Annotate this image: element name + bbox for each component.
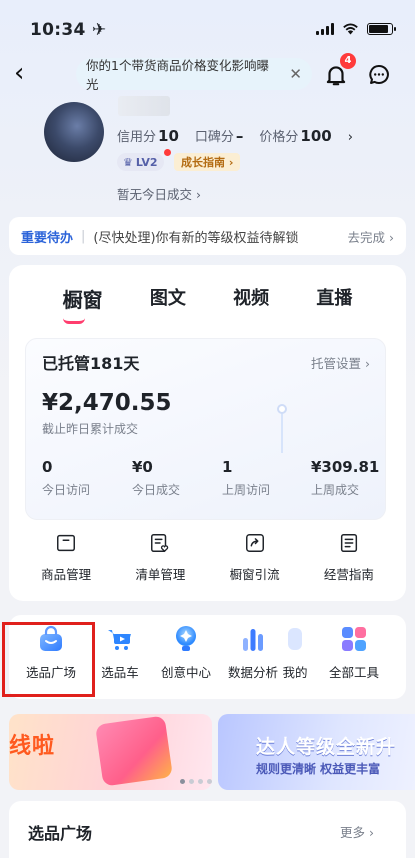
promo-banner-right[interactable]: 达人等级全新升 规则更清晰 权益更丰富 (218, 714, 415, 790)
promo-right-title: 达人等级全新升 (256, 736, 397, 758)
todo-bar[interactable]: 重要待办 | (尽快处理)你有新的等级权益待解锁 去完成 › (9, 217, 406, 255)
quick-all-tools[interactable]: 全部工具 (318, 624, 390, 681)
credit-score: 信用分 10 (117, 127, 179, 145)
tab-showcase[interactable]: 橱窗 (63, 280, 103, 320)
lightbulb-icon (176, 626, 196, 651)
metric-week-sales-value: ¥309.81 (311, 458, 380, 476)
user-icon (288, 628, 302, 650)
document-icon (340, 534, 357, 552)
tool-product-management[interactable]: 商品管理 (23, 532, 109, 592)
tab-live[interactable]: 直播 (316, 280, 352, 320)
red-dot-indicator (164, 149, 171, 156)
notice-pill[interactable]: 你的1个带货商品价格变化影响曝光 ✕ (76, 58, 312, 92)
back-button[interactable]: ‹ (14, 60, 38, 86)
managed-settings-link[interactable]: 托管设置 › (311, 353, 370, 372)
status-icons (316, 22, 396, 35)
box-icon (57, 534, 76, 552)
metric-week-visits-label: 上周访问 (222, 483, 271, 497)
metric-today-visits-label: 今日访问 (42, 483, 91, 497)
quick-creative-center[interactable]: 创意中心 (150, 624, 222, 681)
score-row[interactable]: 信用分 10 口碑分 – 价格分 100 › (117, 126, 353, 145)
metric-today-sales-value: ¥0 (132, 458, 153, 476)
total-amount: ¥2,470.55 (42, 390, 172, 416)
signal-icon (316, 22, 334, 35)
cart-icon (108, 630, 131, 650)
todo-message: (尽快处理)你有新的等级权益待解锁 (93, 230, 299, 246)
metric-week-sales-label: 上周成交 (311, 483, 360, 497)
share-icon (245, 534, 264, 552)
grid-icon (342, 627, 366, 651)
level-badge[interactable]: ♛ LV2 (117, 153, 164, 171)
avatar[interactable] (44, 102, 104, 162)
tab-image-text[interactable]: 图文 (150, 280, 186, 320)
price-score: 价格分 100 (259, 127, 332, 145)
carousel-dots (180, 779, 212, 784)
bar-chart-icon (243, 629, 263, 651)
showcase-tools: 商品管理 清单管理 橱窗引流 经营指南 (9, 532, 406, 592)
tool-business-guide[interactable]: 经营指南 (306, 532, 392, 592)
promo-right-subtitle: 规则更清晰 权益更丰富 (256, 762, 381, 776)
quick-my[interactable]: 我的 (272, 624, 318, 681)
reputation-score: 口碑分 – (194, 127, 244, 145)
section-title: 选品广场 (28, 824, 93, 843)
wifi-icon (343, 23, 358, 35)
todo-action[interactable]: 去完成 › (348, 227, 394, 246)
crown-icon: ♛ (123, 155, 133, 169)
battery-icon (367, 22, 396, 35)
active-tab-indicator (63, 318, 85, 324)
highlight-box (2, 622, 95, 697)
todo-title: 重要待办 (21, 230, 74, 246)
tab-video[interactable]: 视频 (233, 280, 269, 320)
notice-text: 你的1个带货商品价格变化影响曝光 (86, 58, 269, 92)
close-icon[interactable]: ✕ (289, 65, 302, 83)
managed-days: 已托管181天 (42, 354, 140, 373)
divider: | (81, 228, 86, 244)
list-heart-icon (151, 534, 169, 553)
metric-week-visits-value: 1 (222, 458, 233, 476)
today-deal-link[interactable]: 暂无今日成交 › (117, 184, 201, 203)
promo-art (95, 715, 173, 787)
metric-today-visits-value: 0 (42, 458, 53, 476)
metric-today-sales-label: 今日成交 (132, 483, 181, 497)
chat-icon[interactable] (367, 63, 391, 87)
user-name (118, 96, 170, 116)
content-tabs: 橱窗 图文 视频 直播 (9, 280, 406, 320)
growth-guide-badge[interactable]: 成长指南 › (174, 153, 241, 171)
notification-badge: 4 (340, 53, 356, 69)
trend-marker-icon (277, 404, 287, 453)
total-amount-label: 截止昨日累计成交 (42, 422, 139, 436)
chevron-right-icon: › (347, 130, 353, 145)
status-time: 10:34 ✈ (30, 20, 107, 40)
promo-left-text: 线啦 (9, 734, 56, 759)
section-more-link[interactable]: 更多 › (340, 822, 374, 841)
tool-list-management[interactable]: 清单管理 (117, 532, 203, 592)
tool-showcase-traffic[interactable]: 橱窗引流 (212, 532, 298, 592)
